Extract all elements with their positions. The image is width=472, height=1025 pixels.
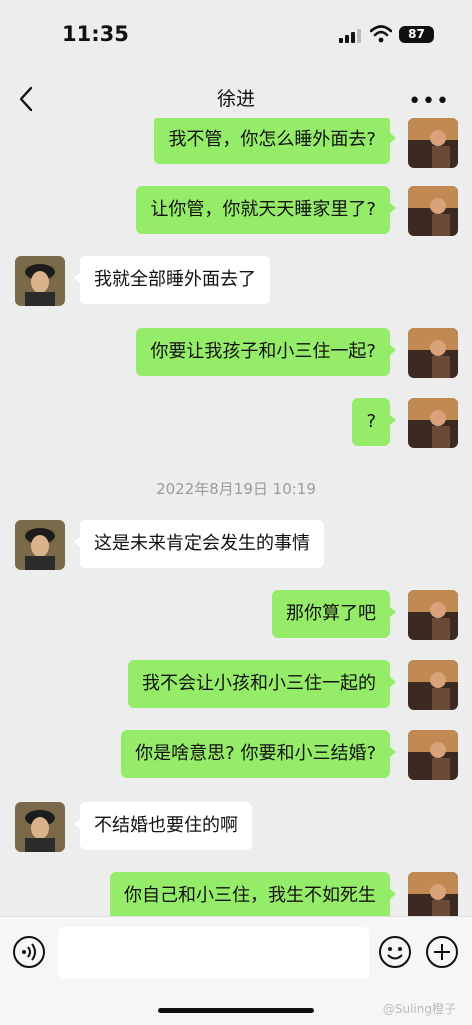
- sent-message-bubble[interactable]: 我不会让小孩和小三住一起的: [128, 660, 396, 708]
- sent-message-bubble[interactable]: 那你算了吧: [272, 590, 396, 638]
- battery-indicator: 87: [399, 26, 434, 43]
- my-avatar[interactable]: [408, 730, 458, 780]
- avatar-image: [15, 256, 65, 306]
- contact-avatar[interactable]: [15, 520, 65, 570]
- my-avatar[interactable]: [408, 398, 458, 448]
- status-bar: 11:35 87: [0, 0, 472, 70]
- avatar-image: [15, 802, 65, 852]
- sent-message-bubble[interactable]: 让你管，你就天天睡家里了?: [136, 186, 396, 234]
- contact-avatar[interactable]: [15, 802, 65, 852]
- message-input[interactable]: [58, 927, 369, 979]
- my-avatar[interactable]: [408, 660, 458, 710]
- avatar-image: [408, 872, 458, 916]
- my-avatar[interactable]: [408, 590, 458, 640]
- avatar-image: [408, 328, 458, 378]
- chat-title: 徐进: [216, 88, 255, 110]
- received-message-bubble[interactable]: 我就全部睡外面去了: [74, 256, 270, 304]
- home-indicator[interactable]: [158, 1008, 314, 1013]
- more-icon[interactable]: •••: [408, 89, 450, 114]
- avatar-image: [408, 660, 458, 710]
- my-avatar[interactable]: [408, 186, 458, 236]
- avatar-image: [408, 186, 458, 236]
- watermark: @Suling橙子: [382, 1002, 456, 1016]
- contact-avatar[interactable]: [15, 256, 65, 306]
- avatar-image: [408, 118, 458, 168]
- avatar-image: [15, 520, 65, 570]
- my-avatar[interactable]: [408, 118, 458, 168]
- my-avatar[interactable]: [408, 872, 458, 916]
- signal-icon: [339, 29, 361, 43]
- timestamp: 2022年8月19日 10:19: [156, 480, 316, 498]
- sent-message-bubble[interactable]: ?: [352, 398, 396, 446]
- sent-message-bubble[interactable]: 你要让我孩子和小三住一起?: [136, 328, 396, 376]
- received-message-bubble[interactable]: 不结婚也要住的啊: [74, 802, 252, 850]
- sent-message-bubble[interactable]: 你是啥意思? 你要和小三结婚?: [121, 730, 396, 778]
- sent-message-bubble[interactable]: 你自己和小三住，我生不如死生: [110, 872, 396, 916]
- message-list[interactable]: 我不管，你怎么睡外面去? 让你管，你就天天睡家里了? 我就全部睡外面去了 你要让…: [0, 118, 472, 916]
- voice-icon[interactable]: [12, 935, 46, 969]
- wifi-icon: [370, 25, 392, 43]
- avatar-image: [408, 398, 458, 448]
- emoji-icon[interactable]: [378, 935, 412, 969]
- my-avatar[interactable]: [408, 328, 458, 378]
- status-time: 11:35: [62, 22, 129, 46]
- received-message-bubble[interactable]: 这是未来肯定会发生的事情: [74, 520, 324, 568]
- sent-message-bubble[interactable]: 我不管，你怎么睡外面去?: [154, 118, 396, 164]
- plus-icon[interactable]: [425, 935, 459, 969]
- avatar-image: [408, 590, 458, 640]
- avatar-image: [408, 730, 458, 780]
